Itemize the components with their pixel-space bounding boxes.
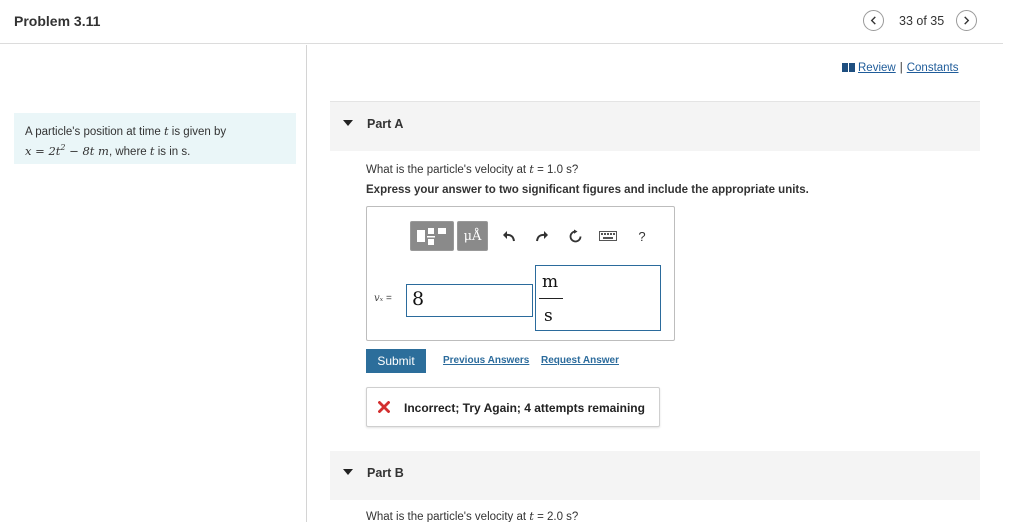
part-b-header[interactable]: Part B xyxy=(330,451,980,500)
problem-pane: A particle's position at time t is given… xyxy=(0,45,307,522)
constants-link[interactable]: Constants xyxy=(907,62,959,74)
submit-button[interactable]: Submit xyxy=(366,349,426,373)
collapse-arrow-icon[interactable] xyxy=(343,469,353,475)
value-input[interactable]: 8 xyxy=(406,284,533,317)
units-button[interactable]: μÅ xyxy=(457,221,488,251)
collapse-arrow-icon[interactable] xyxy=(343,120,353,126)
variable-label: vₓ = xyxy=(374,293,392,304)
unit-numerator: m xyxy=(542,272,559,292)
part-a-instruction: Express your answer to two significant f… xyxy=(366,184,809,196)
unit-denominator: s xyxy=(544,306,553,326)
next-problem-button[interactable] xyxy=(956,10,977,31)
part-b-label: Part B xyxy=(367,466,404,480)
part-a-question: What is the particle's velocity at t = 1… xyxy=(366,162,579,176)
fraction-bar xyxy=(539,298,563,299)
resource-links: Review | Constants xyxy=(842,62,959,74)
error-x-icon xyxy=(378,401,390,413)
page-counter: 33 of 35 xyxy=(899,14,945,28)
previous-answers-link[interactable]: Previous Answers xyxy=(443,355,529,366)
undo-icon[interactable] xyxy=(500,227,518,245)
part-a-label: Part A xyxy=(367,117,404,131)
redo-icon[interactable] xyxy=(533,227,551,245)
templates-icon xyxy=(417,228,446,245)
review-link[interactable]: Review xyxy=(858,62,896,74)
chevron-right-icon xyxy=(964,16,970,25)
templates-button[interactable] xyxy=(410,221,454,251)
help-button[interactable]: ? xyxy=(633,227,651,245)
units-input[interactable]: m s xyxy=(535,265,661,331)
chevron-left-icon xyxy=(870,16,876,25)
problem-statement: A particle's position at time t is given… xyxy=(14,113,296,164)
part-a-header[interactable]: Part A xyxy=(330,102,980,151)
previous-problem-button[interactable] xyxy=(863,10,884,31)
feedback-message: Incorrect; Try Again; 4 attempts remaini… xyxy=(366,387,660,427)
position-equation: x = 2t2 − 8t m xyxy=(25,143,109,158)
feedback-text: Incorrect; Try Again; 4 attempts remaini… xyxy=(404,401,645,415)
reset-icon[interactable] xyxy=(566,227,584,245)
part-b-question: What is the particle's velocity at t = 2… xyxy=(366,509,579,522)
keyboard-icon[interactable] xyxy=(598,227,618,245)
request-answer-link[interactable]: Request Answer xyxy=(541,355,619,366)
problem-title: Problem 3.11 xyxy=(14,13,101,29)
book-icon xyxy=(842,63,855,72)
top-bar: Problem 3.11 33 of 35 xyxy=(0,0,1003,44)
answer-panel: μÅ ? vₓ = 8 m s xyxy=(366,206,675,341)
